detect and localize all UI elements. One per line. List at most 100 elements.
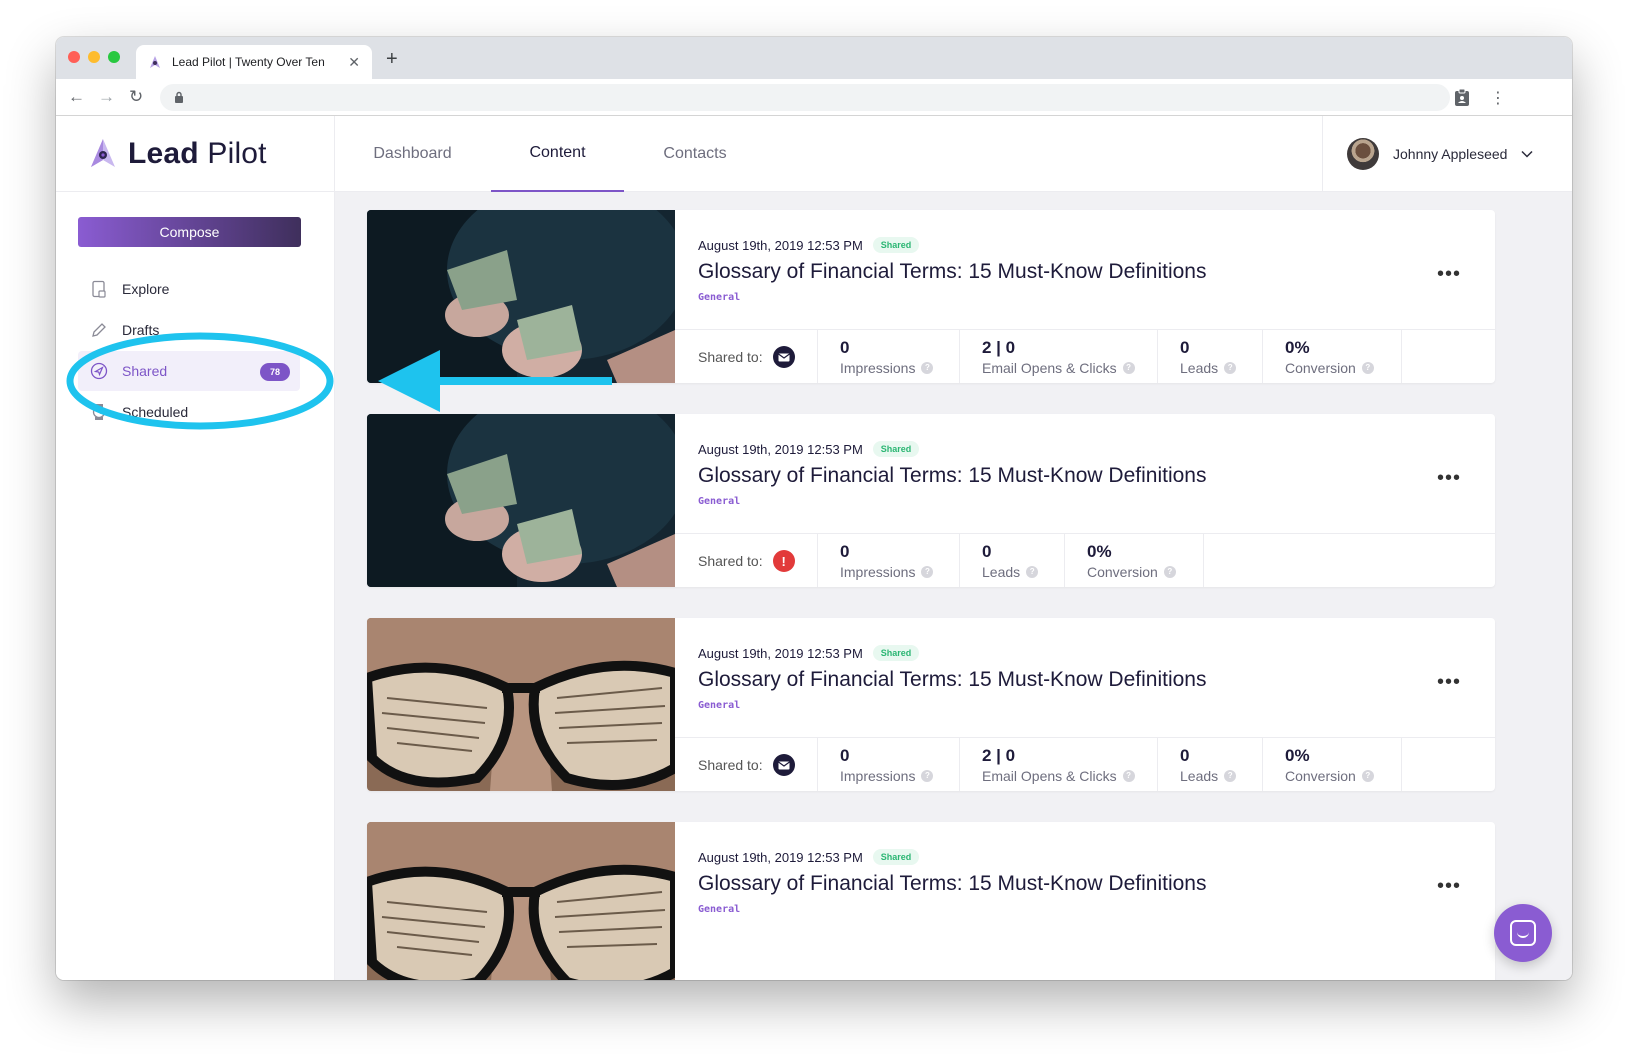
back-icon[interactable]: ← bbox=[68, 87, 85, 107]
address-bar[interactable] bbox=[160, 84, 1450, 111]
stat-label: Conversion bbox=[1285, 768, 1356, 784]
browser-window: Lead Pilot | Twenty Over Ten ✕ + ← → ↻ ⋮ bbox=[56, 37, 1572, 980]
money-thumbnail-image bbox=[367, 210, 675, 383]
help-icon[interactable]: ? bbox=[1224, 770, 1237, 782]
shared-to: Shared to: ! bbox=[675, 534, 818, 587]
card-category: General bbox=[698, 700, 741, 711]
money-thumbnail-image bbox=[367, 414, 675, 587]
help-icon[interactable]: ? bbox=[1361, 770, 1374, 782]
help-icon[interactable]: ? bbox=[921, 362, 934, 374]
stat-leads: 0 Leads? bbox=[1158, 330, 1263, 383]
stat-value: 2 | 0 bbox=[982, 338, 1016, 357]
reload-icon[interactable]: ↻ bbox=[129, 87, 143, 107]
logo-text: Lead Pilot bbox=[128, 136, 267, 170]
sidebar-item-explore[interactable]: Explore bbox=[78, 269, 300, 309]
close-window-button[interactable] bbox=[68, 51, 80, 63]
help-icon[interactable]: ? bbox=[1163, 566, 1176, 578]
card-category: General bbox=[698, 292, 741, 303]
card-stats: Shared to: 0 Impressions? 2 | 0 Email Op… bbox=[675, 329, 1495, 383]
card-date: August 19th, 2019 12:53 PM bbox=[698, 441, 863, 457]
shared-to-label: Shared to: bbox=[698, 553, 763, 569]
chat-icon bbox=[1510, 920, 1536, 946]
more-options-icon[interactable]: ••• bbox=[1437, 875, 1461, 898]
stat-label: Impressions bbox=[840, 564, 916, 580]
new-tab-button[interactable]: + bbox=[386, 48, 398, 71]
chat-support-button[interactable] bbox=[1494, 904, 1552, 962]
tab-close-icon[interactable]: ✕ bbox=[348, 54, 360, 71]
card-meta: August 19th, 2019 12:53 PM Shared bbox=[698, 441, 920, 457]
card-meta: August 19th, 2019 12:53 PM Shared bbox=[698, 645, 920, 661]
stat-label: Conversion bbox=[1087, 564, 1158, 580]
stat-value: 0 bbox=[840, 746, 850, 765]
clock-icon bbox=[92, 404, 106, 420]
stat-label: Leads bbox=[1180, 768, 1219, 784]
tab-title: Lead Pilot | Twenty Over Ten bbox=[172, 55, 325, 69]
browser-toolbar: ← → ↻ ⋮ bbox=[56, 79, 1572, 116]
stat-label: Leads bbox=[1180, 360, 1219, 376]
card-date: August 19th, 2019 12:53 PM bbox=[698, 237, 863, 253]
shared-count-badge: 78 bbox=[260, 363, 290, 381]
help-icon[interactable]: ? bbox=[921, 770, 934, 782]
stat-conversion: 0% Conversion? bbox=[1263, 330, 1402, 383]
sidebar-item-scheduled[interactable]: Scheduled bbox=[78, 392, 300, 432]
content-card[interactable]: August 19th, 2019 12:53 PM Shared Glossa… bbox=[367, 618, 1495, 791]
tab-dashboard[interactable]: Dashboard bbox=[335, 116, 490, 192]
card-title[interactable]: Glossary of Financial Terms: 15 Must-Kno… bbox=[698, 872, 1206, 896]
card-date: August 19th, 2019 12:53 PM bbox=[698, 849, 863, 865]
card-category: General bbox=[698, 496, 741, 507]
content-list: August 19th, 2019 12:53 PM Shared Glossa… bbox=[335, 192, 1572, 980]
tab-contacts[interactable]: Contacts bbox=[625, 116, 765, 192]
compose-button[interactable]: Compose bbox=[78, 217, 301, 247]
shared-to: Shared to: bbox=[675, 738, 818, 791]
chevron-down-icon bbox=[1521, 150, 1533, 158]
help-icon[interactable]: ? bbox=[1224, 362, 1237, 374]
help-icon[interactable]: ? bbox=[921, 566, 934, 578]
stat-value: 0 bbox=[1180, 338, 1190, 357]
user-menu[interactable]: Johnny Appleseed bbox=[1322, 116, 1572, 192]
browser-tab[interactable]: Lead Pilot | Twenty Over Ten ✕ bbox=[136, 45, 372, 79]
card-title[interactable]: Glossary of Financial Terms: 15 Must-Kno… bbox=[698, 260, 1206, 284]
minimize-window-button[interactable] bbox=[88, 51, 100, 63]
error-icon[interactable]: ! bbox=[772, 550, 795, 572]
stat-email-opens-clicks: 2 | 0 Email Opens & Clicks? bbox=[960, 330, 1158, 383]
browser-menu-icon[interactable]: ⋮ bbox=[1490, 88, 1506, 108]
card-date: August 19th, 2019 12:53 PM bbox=[698, 645, 863, 661]
stat-conversion: 0% Conversion? bbox=[1065, 534, 1204, 587]
shared-to: Shared to: bbox=[675, 330, 818, 383]
maximize-window-button[interactable] bbox=[108, 51, 120, 63]
more-options-icon[interactable]: ••• bbox=[1437, 467, 1461, 490]
sidebar-item-shared[interactable]: Shared 78 bbox=[78, 351, 300, 391]
card-stats: Shared to: 0 Impressions? 2 | 0 Email Op… bbox=[675, 737, 1495, 791]
stat-leads: 0 Leads? bbox=[960, 534, 1065, 587]
card-title[interactable]: Glossary of Financial Terms: 15 Must-Kno… bbox=[698, 464, 1206, 488]
pencil-icon bbox=[92, 323, 106, 337]
stat-email-opens-clicks: 2 | 0 Email Opens & Clicks? bbox=[960, 738, 1158, 791]
help-icon[interactable]: ? bbox=[1122, 770, 1135, 782]
content-card[interactable]: August 19th, 2019 12:53 PM Shared Glossa… bbox=[367, 414, 1495, 587]
help-icon[interactable]: ? bbox=[1361, 362, 1374, 374]
window-controls bbox=[68, 51, 120, 63]
stat-conversion: 0% Conversion? bbox=[1263, 738, 1402, 791]
status-badge: Shared bbox=[872, 645, 920, 661]
glasses-thumbnail-image bbox=[367, 618, 675, 791]
card-title[interactable]: Glossary of Financial Terms: 15 Must-Kno… bbox=[698, 668, 1206, 692]
stat-value: 0 bbox=[1180, 746, 1190, 765]
more-options-icon[interactable]: ••• bbox=[1437, 671, 1461, 694]
content-card[interactable]: August 19th, 2019 12:53 PM Shared Glossa… bbox=[367, 822, 1495, 980]
card-category: General bbox=[698, 904, 741, 915]
logo[interactable]: Lead Pilot bbox=[56, 116, 335, 192]
stat-leads: 0 Leads? bbox=[1158, 738, 1263, 791]
user-name: Johnny Appleseed bbox=[1393, 146, 1508, 162]
tab-content[interactable]: Content bbox=[491, 116, 624, 192]
stat-value: 0% bbox=[1285, 338, 1310, 357]
more-options-icon[interactable]: ••• bbox=[1437, 263, 1461, 286]
stat-value: 2 | 0 bbox=[982, 746, 1016, 765]
status-badge: Shared bbox=[872, 237, 920, 253]
content-card[interactable]: August 19th, 2019 12:53 PM Shared Glossa… bbox=[367, 210, 1495, 383]
sidebar-item-drafts[interactable]: Drafts bbox=[78, 310, 300, 350]
help-icon[interactable]: ? bbox=[1122, 362, 1135, 374]
clipboard-extension-icon[interactable] bbox=[1454, 88, 1470, 106]
card-meta: August 19th, 2019 12:53 PM Shared bbox=[698, 237, 920, 253]
help-icon[interactable]: ? bbox=[1026, 566, 1039, 578]
forward-icon[interactable]: → bbox=[98, 87, 115, 107]
